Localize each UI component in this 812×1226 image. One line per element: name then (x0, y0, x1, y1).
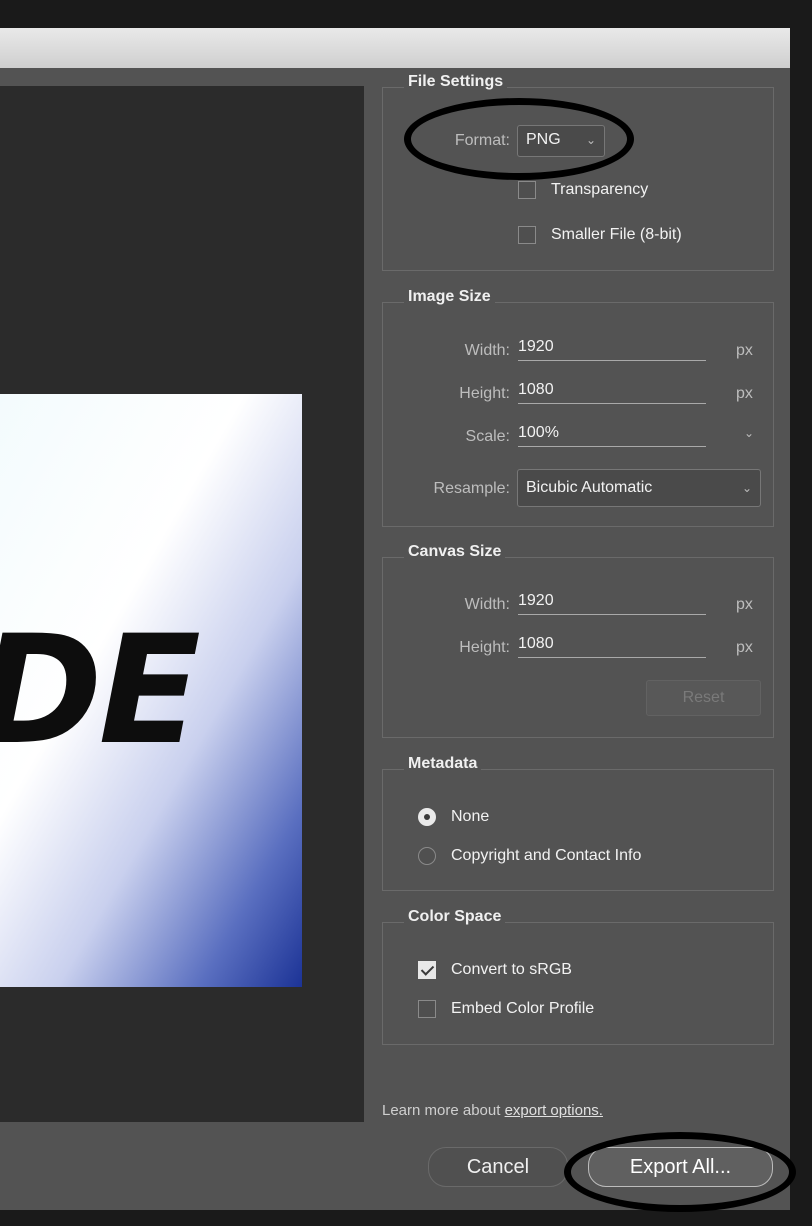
image-width-unit: px (736, 342, 753, 359)
image-height-input[interactable]: 1080 (518, 381, 706, 404)
scale-input[interactable]: 100% (518, 424, 706, 447)
metadata-copyright-radio[interactable] (418, 847, 436, 865)
chevron-down-icon: ⌄ (585, 133, 596, 147)
embed-color-profile-checkbox[interactable] (418, 1000, 436, 1018)
color-space-title: Color Space (404, 908, 506, 926)
canvas-width-input[interactable]: 1920 (518, 592, 706, 615)
embed-color-profile-label: Embed Color Profile (451, 1000, 595, 1017)
format-label: Format: (454, 132, 510, 149)
scale-label: Scale: (465, 428, 510, 445)
resample-select[interactable]: Bicubic Automatic ⌄ (517, 469, 761, 507)
canvas-size-title: Canvas Size (404, 543, 506, 561)
format-value: PNG (526, 131, 561, 148)
resample-value: Bicubic Automatic (526, 479, 653, 496)
canvas-width-unit: px (736, 596, 753, 613)
scale-chevron-icon[interactable]: ⌄ (744, 426, 754, 440)
smaller-file-checkbox[interactable] (518, 226, 536, 244)
learn-more-text: Learn more about (382, 1102, 505, 1119)
image-height-unit: px (736, 385, 753, 402)
metadata-none-label: None (451, 808, 490, 825)
metadata-title: Metadata (404, 755, 482, 773)
preview-artwork-text: DE (0, 604, 201, 778)
chevron-down-icon: ⌄ (741, 481, 752, 495)
export-all-button[interactable]: Export All... (588, 1147, 773, 1187)
reset-button[interactable]: Reset (646, 680, 761, 716)
learn-more-row: Learn more about export options. (382, 1102, 603, 1119)
resample-label: Resample: (433, 480, 510, 497)
dialog-titlebar (0, 28, 790, 69)
cancel-button[interactable]: Cancel (428, 1147, 568, 1187)
image-width-label: Width: (464, 342, 510, 359)
metadata-none-radio[interactable] (418, 808, 436, 826)
preview-image: DE (0, 394, 302, 987)
image-height-label: Height: (459, 385, 510, 402)
color-space-group (382, 922, 774, 1045)
file-settings-title: File Settings (404, 73, 508, 91)
transparency-label: Transparency (551, 181, 649, 198)
smaller-file-label: Smaller File (8-bit) (551, 226, 682, 243)
convert-srgb-label: Convert to sRGB (451, 961, 572, 978)
canvas-width-label: Width: (464, 596, 510, 613)
canvas-height-unit: px (736, 639, 753, 656)
image-width-input[interactable]: 1920 (518, 338, 706, 361)
preview-area: DE (0, 86, 364, 1122)
metadata-copyright-label: Copyright and Contact Info (451, 847, 642, 864)
export-options-link[interactable]: export options. (505, 1102, 603, 1119)
format-select[interactable]: PNG ⌄ (517, 125, 605, 157)
metadata-group (382, 769, 774, 891)
canvas-height-input[interactable]: 1080 (518, 635, 706, 658)
image-size-title: Image Size (404, 288, 495, 306)
transparency-checkbox[interactable] (518, 181, 536, 199)
convert-srgb-checkbox[interactable] (418, 961, 436, 979)
canvas-height-label: Height: (459, 639, 510, 656)
